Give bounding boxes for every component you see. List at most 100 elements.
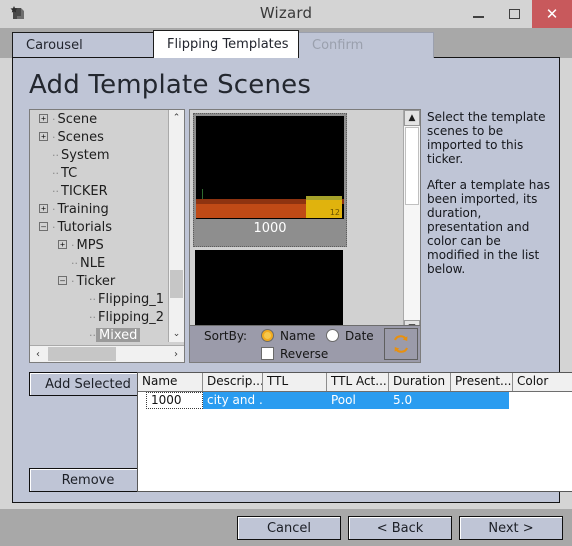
- tree-item-nle[interactable]: ·· NLE: [30, 254, 169, 272]
- close-button[interactable]: ✕: [532, 0, 572, 28]
- column-header-ttl-action[interactable]: TTL Act...: [327, 373, 389, 391]
- template-tree[interactable]: + · Scene + · Scenes ·· System ·· TC ·· …: [29, 109, 185, 363]
- tree-item-mps[interactable]: + · MPS: [30, 236, 169, 254]
- scroll-left-icon[interactable]: ‹: [30, 346, 46, 362]
- expander-minus-icon[interactable]: –: [39, 222, 48, 231]
- tree-item-ticker[interactable]: – · Ticker: [30, 272, 169, 290]
- sort-bar: SortBy: Name Date Reverse: [190, 325, 420, 362]
- tree-item-label: TICKER: [61, 183, 108, 199]
- preview-vertical-scrollbar[interactable]: ▲ ▼: [403, 110, 420, 336]
- maximize-button[interactable]: [496, 0, 532, 28]
- tree-item-label: Mixed: [96, 327, 141, 342]
- tree-item-label: Scenes: [57, 129, 104, 145]
- cell-name: 1000: [146, 392, 203, 409]
- cancel-button[interactable]: Cancel: [237, 516, 341, 540]
- tree-item-flipping-1[interactable]: ·· Flipping_1: [30, 290, 169, 308]
- tab-strip: Confirm Carousel Flipping Templates: [0, 28, 572, 58]
- tree-item-training[interactable]: + · Training: [30, 200, 169, 218]
- tree-item-label: TC: [61, 165, 78, 181]
- thumbnail-image: 12: [196, 116, 344, 219]
- tab-flipping-templates[interactable]: Flipping Templates: [153, 30, 299, 58]
- expander-plus-icon[interactable]: +: [58, 240, 67, 249]
- tab-confirm[interactable]: Confirm: [298, 32, 434, 58]
- add-selected-label: Add Selected: [45, 376, 131, 392]
- tick-marker-icon: [202, 189, 203, 199]
- tree-hscroll-thumb[interactable]: [48, 347, 116, 361]
- tree-item-label: Flipping_1: [98, 291, 165, 307]
- template-scenes-table[interactable]: Name Descrip... TTL TTL Act... Duration …: [137, 372, 572, 492]
- tree-dash: ··: [89, 292, 96, 306]
- expander-plus-icon[interactable]: +: [39, 204, 48, 213]
- scroll-down-icon[interactable]: ⌄: [169, 326, 184, 342]
- tree-item-scene[interactable]: + · Scene: [30, 110, 169, 128]
- tree-item-label: Scene: [57, 111, 98, 127]
- table-row[interactable]: 1000 city and ... Pool 5.0: [138, 392, 572, 409]
- title-bar: Wizard ✕: [0, 0, 572, 28]
- tree-item-mixed[interactable]: ·· Mixed: [30, 326, 169, 342]
- tree-item-tutorials[interactable]: – · Tutorials: [30, 218, 169, 236]
- tree-item-label: System: [61, 147, 110, 163]
- column-header-description[interactable]: Descrip...: [203, 373, 263, 391]
- instruction-paragraph-1: Select the template scenes to be importe…: [427, 110, 546, 166]
- add-selected-button[interactable]: Add Selected: [29, 372, 147, 396]
- radio-sort-date[interactable]: [326, 329, 339, 342]
- tree-scroll-area: + · Scene + · Scenes ·· System ·· TC ·· …: [30, 110, 169, 342]
- thumbnail-caption: 1000: [253, 221, 287, 236]
- radio-sort-name[interactable]: [261, 329, 274, 342]
- instruction-paragraph-2: After a template has been imported, its …: [427, 178, 550, 276]
- column-header-name[interactable]: Name: [138, 373, 203, 391]
- maximize-icon: [508, 9, 520, 19]
- tree-horizontal-scrollbar[interactable]: ‹ ›: [30, 345, 184, 362]
- tree-dash: ··: [89, 310, 96, 324]
- tree-item-scenes[interactable]: + · Scenes: [30, 128, 169, 146]
- refresh-button[interactable]: [384, 328, 418, 360]
- next-label: Next >: [488, 520, 534, 536]
- thumbnail-preview-pane[interactable]: 12 1000 ▲ ▼ SortBy: Name Date Reverse: [189, 109, 421, 363]
- wizard-window: Wizard ✕ Confirm Carousel Flipping Templ…: [0, 0, 572, 546]
- cell-color: [513, 392, 572, 409]
- tree-scroll-thumb[interactable]: [170, 270, 183, 298]
- tab-carousel[interactable]: Carousel: [12, 32, 164, 58]
- footer-bar: Cancel < Back Next >: [0, 509, 572, 546]
- scroll-up-icon[interactable]: ▲: [404, 110, 420, 126]
- back-label: < Back: [376, 520, 424, 536]
- remove-label: Remove: [61, 472, 115, 488]
- tree-item-tc[interactable]: ·· TC: [30, 164, 169, 182]
- tree-item-ticker-root[interactable]: ·· TICKER: [30, 182, 169, 200]
- tree-item-label: Ticker: [76, 273, 116, 289]
- expander-plus-icon[interactable]: +: [39, 132, 48, 141]
- expander-minus-icon[interactable]: –: [58, 276, 67, 285]
- minimize-icon: [472, 15, 484, 18]
- thumbnail-item-1000[interactable]: 12 1000: [193, 113, 347, 247]
- preview-scroll-thumb[interactable]: [405, 127, 419, 205]
- back-button[interactable]: < Back: [348, 516, 452, 540]
- expander-plus-icon[interactable]: +: [39, 114, 48, 123]
- refresh-icon: [394, 335, 408, 353]
- instruction-text: Select the template scenes to be importe…: [427, 110, 555, 288]
- cell-ttl-action: Pool: [331, 393, 356, 407]
- column-header-duration[interactable]: Duration: [389, 373, 451, 391]
- ticker-bar-yellow: 12: [306, 200, 342, 218]
- column-header-ttl[interactable]: TTL: [263, 373, 327, 391]
- radio-sort-date-label: Date: [345, 329, 374, 343]
- remove-button[interactable]: Remove: [29, 468, 147, 492]
- tree-item-flipping-2[interactable]: ·· Flipping_2: [30, 308, 169, 326]
- table-header-row: Name Descrip... TTL TTL Act... Duration …: [138, 373, 572, 392]
- cancel-label: Cancel: [266, 520, 312, 536]
- minimize-button[interactable]: [460, 0, 496, 28]
- tree-item-label: Tutorials: [57, 219, 113, 235]
- tree-dash: ··: [52, 166, 59, 180]
- next-button[interactable]: Next >: [459, 516, 563, 540]
- scroll-up-icon[interactable]: ⌃: [169, 110, 184, 126]
- tree-item-system[interactable]: ·· System: [30, 146, 169, 164]
- tab-confirm-label: Confirm: [312, 38, 364, 53]
- column-header-color[interactable]: Color: [513, 373, 572, 391]
- tree-item-label: MPS: [76, 237, 104, 253]
- radio-sort-name-label: Name: [280, 329, 316, 343]
- checkbox-reverse[interactable]: [261, 347, 274, 360]
- tree-vertical-scrollbar[interactable]: ⌃ ⌄: [168, 110, 184, 342]
- column-header-presentation[interactable]: Present...: [451, 373, 513, 391]
- tree-dash: ··: [52, 184, 59, 198]
- scroll-right-icon[interactable]: ›: [168, 346, 184, 362]
- thumbnail-number-label: 12: [329, 208, 340, 217]
